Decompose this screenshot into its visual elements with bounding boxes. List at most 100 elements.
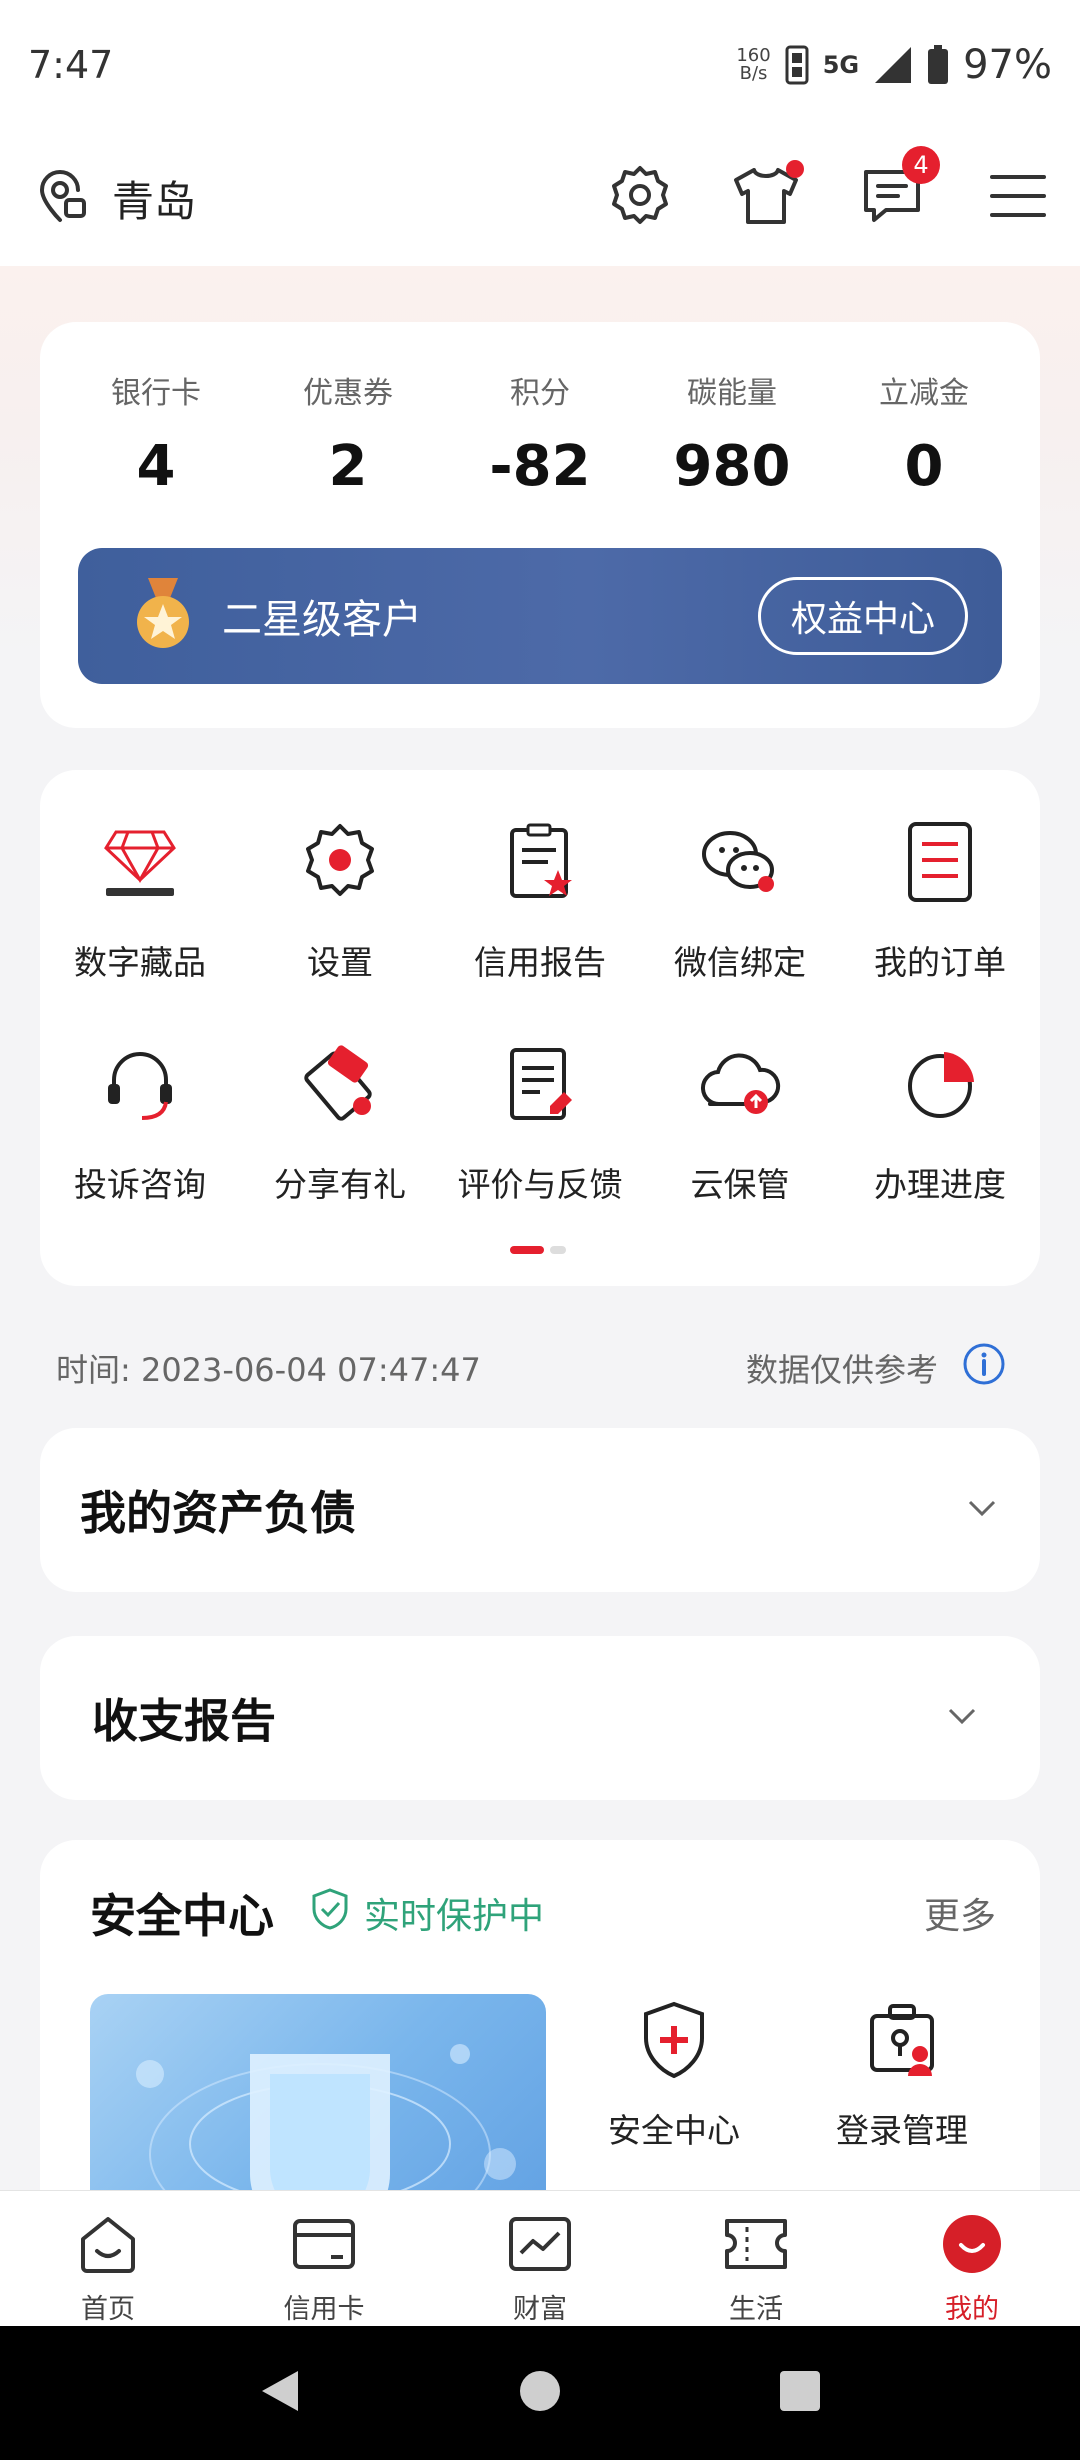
gear-icon bbox=[608, 164, 672, 232]
city-name: 青岛 bbox=[112, 176, 197, 226]
messages-button[interactable]: 4 bbox=[860, 146, 940, 230]
service-progress[interactable]: 办理进度 bbox=[840, 1022, 1040, 1244]
net-speed: 160 B/s bbox=[736, 47, 770, 83]
tab-label: 生活 bbox=[729, 2294, 783, 2325]
system-nav-bar bbox=[0, 2326, 1080, 2460]
tab-wealth[interactable]: 财富 bbox=[432, 2191, 648, 2326]
security-item-label: 登录管理 bbox=[836, 2111, 968, 2150]
tab-label: 信用卡 bbox=[283, 2294, 365, 2325]
account-summary-card: 银行卡 4 优惠券 2 积分 -82 碳能量 980 立减金 0 二星级客户 权… bbox=[40, 322, 1040, 728]
settings-button[interactable] bbox=[608, 166, 672, 230]
login-management-entry[interactable]: 登录管理 bbox=[802, 2000, 1002, 2152]
ticket-icon bbox=[723, 2213, 789, 2279]
service-credit-report[interactable]: 信用报告 bbox=[440, 800, 640, 1022]
progress-pie-icon bbox=[892, 1036, 988, 1132]
service-label: 办理进度 bbox=[874, 1165, 1006, 1204]
tab-home[interactable]: 首页 bbox=[0, 2191, 216, 2326]
chevron-down-icon bbox=[944, 1704, 980, 1732]
page-dot bbox=[550, 1246, 566, 1254]
data-timestamp: 时间: 2023-06-04 07:47:47 bbox=[56, 1351, 481, 1389]
stat-label: 优惠券 bbox=[303, 376, 393, 411]
stat-coupons[interactable]: 优惠券 2 bbox=[252, 368, 444, 499]
skin-button[interactable] bbox=[734, 160, 804, 230]
service-share-gifts[interactable]: 分享有礼 bbox=[240, 1022, 440, 1244]
gift-card-icon bbox=[292, 1036, 388, 1132]
service-label: 云保管 bbox=[690, 1165, 790, 1204]
info-icon[interactable] bbox=[962, 1342, 1006, 1394]
service-settings[interactable]: 设置 bbox=[240, 800, 440, 1022]
gem-icon bbox=[92, 814, 188, 910]
hamburger-icon bbox=[988, 171, 1048, 225]
wealth-chart-icon bbox=[507, 2213, 573, 2279]
stat-value: 2 bbox=[328, 434, 368, 499]
customer-tier-bar[interactable]: 二星级客户 权益中心 bbox=[78, 548, 1002, 684]
customer-tier: 二星级客户 bbox=[222, 597, 422, 643]
feedback-icon bbox=[492, 1036, 588, 1132]
service-digital-collectibles[interactable]: 数字藏品 bbox=[40, 800, 240, 1022]
protection-status: 实时保护中 bbox=[310, 1887, 544, 1940]
stat-bank-cards[interactable]: 银行卡 4 bbox=[60, 368, 252, 499]
gear-icon bbox=[292, 814, 388, 910]
protection-status-text: 实时保护中 bbox=[364, 1896, 545, 1937]
top-actions: 4 bbox=[608, 146, 1050, 230]
headset-icon bbox=[92, 1036, 188, 1132]
stat-label: 银行卡 bbox=[111, 376, 201, 411]
message-badge: 4 bbox=[902, 146, 940, 184]
stat-discount-funds[interactable]: 立减金 0 bbox=[828, 368, 1020, 499]
service-label: 评价与反馈 bbox=[457, 1165, 623, 1204]
service-label: 分享有礼 bbox=[274, 1165, 406, 1204]
order-icon bbox=[892, 814, 988, 910]
tab-mine[interactable]: 我的 bbox=[864, 2191, 1080, 2326]
data-disclaimer: 数据仅供参考 bbox=[745, 1351, 938, 1389]
status-time: 7:47 bbox=[28, 43, 114, 87]
shield-plus-icon bbox=[638, 2000, 710, 2084]
services-card: 数字藏品 设置 信用报告 微信绑定 我的订单 投诉咨询 分享有礼 评价与反馈 云… bbox=[40, 770, 1040, 1286]
more-link[interactable]: 更多 bbox=[924, 1887, 996, 1939]
recents-icon[interactable] bbox=[778, 2369, 822, 2417]
stat-carbon-energy[interactable]: 碳能量 980 bbox=[636, 368, 828, 499]
service-label: 微信绑定 bbox=[674, 943, 806, 982]
service-complaints[interactable]: 投诉咨询 bbox=[40, 1022, 240, 1244]
service-feedback[interactable]: 评价与反馈 bbox=[440, 1022, 640, 1244]
profile-icon bbox=[941, 2213, 1003, 2279]
sim-icon bbox=[785, 45, 809, 85]
top-bar: 青岛 4 bbox=[0, 130, 1080, 266]
signal-icon bbox=[873, 45, 913, 85]
security-center-entry[interactable]: 安全中心 bbox=[574, 2000, 774, 2152]
back-icon[interactable] bbox=[258, 2367, 302, 2419]
tab-label: 我的 bbox=[945, 2294, 999, 2325]
service-label: 投诉咨询 bbox=[74, 1165, 206, 1204]
stat-label: 碳能量 bbox=[687, 376, 777, 411]
assets-liabilities-section[interactable]: 我的资产负债 bbox=[40, 1428, 1040, 1592]
stat-points[interactable]: 积分 -82 bbox=[444, 368, 636, 499]
location-selector[interactable]: 青岛 bbox=[34, 168, 196, 229]
stat-value: -82 bbox=[489, 434, 591, 499]
bottom-tab-bar: 首页 信用卡 财富 生活 我的 bbox=[0, 2190, 1080, 2326]
stats-row: 银行卡 4 优惠券 2 积分 -82 碳能量 980 立减金 0 bbox=[40, 322, 1040, 499]
service-wechat-binding[interactable]: 微信绑定 bbox=[640, 800, 840, 1022]
service-my-orders[interactable]: 我的订单 bbox=[840, 800, 1040, 1022]
cloud-upload-icon bbox=[692, 1036, 788, 1132]
home-nav-icon[interactable] bbox=[518, 2369, 562, 2417]
chevron-down-icon bbox=[964, 1496, 1000, 1524]
security-item-label: 安全中心 bbox=[608, 2111, 740, 2150]
tab-credit-card[interactable]: 信用卡 bbox=[216, 2191, 432, 2326]
new-dot bbox=[786, 160, 804, 178]
login-manage-icon bbox=[864, 2000, 940, 2084]
stat-value: 0 bbox=[904, 434, 944, 499]
home-icon bbox=[77, 2213, 139, 2279]
security-title: 安全中心 bbox=[90, 1889, 274, 1943]
service-label: 我的订单 bbox=[874, 943, 1006, 982]
location-icon bbox=[34, 168, 90, 228]
menu-button[interactable] bbox=[986, 166, 1050, 230]
stat-value: 4 bbox=[136, 434, 176, 499]
income-report-section[interactable]: 收支报告 bbox=[40, 1636, 1040, 1800]
service-label: 信用报告 bbox=[474, 943, 606, 982]
tab-life[interactable]: 生活 bbox=[648, 2191, 864, 2326]
service-cloud-storage[interactable]: 云保管 bbox=[640, 1022, 840, 1244]
section-title: 收支报告 bbox=[92, 1694, 276, 1748]
page-indicator bbox=[510, 1246, 566, 1254]
benefit-center-button[interactable]: 权益中心 bbox=[757, 577, 968, 655]
wechat-icon bbox=[692, 814, 788, 910]
stat-value: 980 bbox=[673, 434, 791, 499]
